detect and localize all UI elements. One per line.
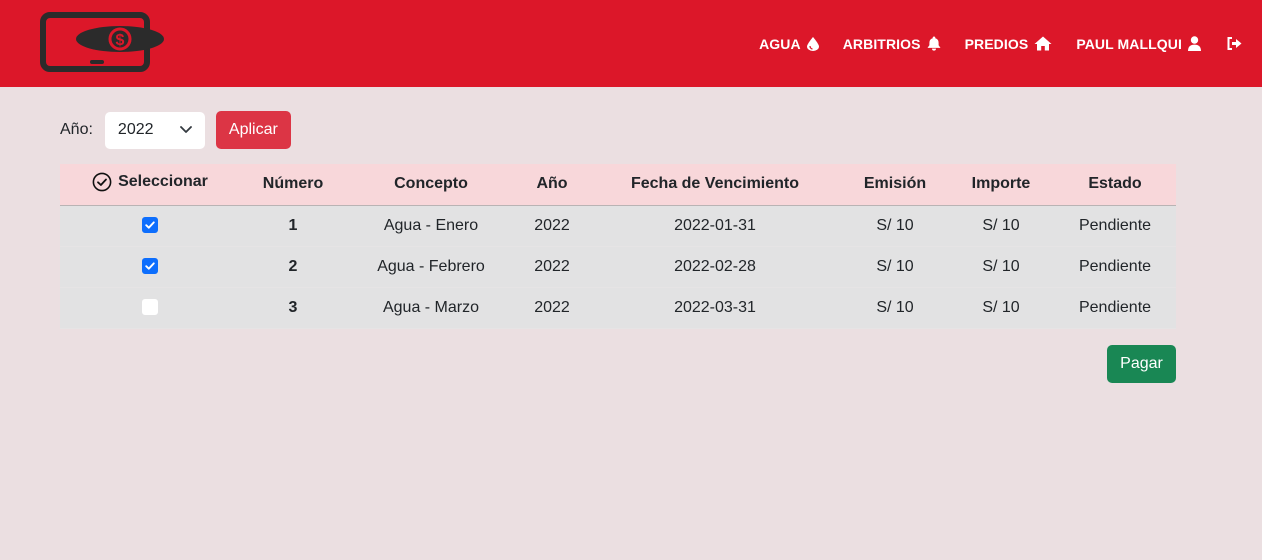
chevron-down-icon bbox=[180, 126, 192, 133]
importe-cell: S/ 10 bbox=[948, 287, 1054, 329]
numero-cell: 2 bbox=[240, 246, 346, 288]
concepto-cell: Agua - Enero bbox=[346, 205, 516, 247]
table-row: 1 Agua - Enero 2022 2022-01-31 S/ 10 S/ … bbox=[60, 205, 1176, 247]
concepto-cell: Agua - Marzo bbox=[346, 287, 516, 329]
checkmark-icon bbox=[145, 221, 155, 229]
nav-user-label: PAUL MALLQUI bbox=[1076, 35, 1182, 52]
header-seleccionar-label: Seleccionar bbox=[118, 172, 208, 190]
header-seleccionar: Seleccionar bbox=[60, 164, 240, 206]
header-importe: Importe bbox=[948, 164, 1054, 206]
select-cell bbox=[60, 287, 240, 329]
vencimiento-cell: 2022-02-28 bbox=[588, 246, 842, 288]
numero-cell: 1 bbox=[240, 205, 346, 247]
estado-cell: Pendiente bbox=[1054, 287, 1176, 329]
anio-cell: 2022 bbox=[516, 287, 588, 329]
year-filter: Año: 2022 Aplicar bbox=[60, 111, 291, 149]
bills-table: Seleccionar Número Concepto Año Fecha de… bbox=[60, 164, 1176, 329]
select-cell bbox=[60, 246, 240, 288]
check-circle-icon bbox=[92, 172, 112, 192]
header-vencimiento: Fecha de Vencimiento bbox=[588, 164, 842, 206]
user-icon bbox=[1188, 36, 1201, 51]
home-icon bbox=[1034, 36, 1052, 51]
table-header-row: Seleccionar Número Concepto Año Fecha de… bbox=[60, 164, 1176, 206]
importe-cell: S/ 10 bbox=[948, 246, 1054, 288]
numero-cell: 3 bbox=[240, 287, 346, 329]
year-select-value: 2022 bbox=[117, 121, 154, 138]
concepto-cell: Agua - Febrero bbox=[346, 246, 516, 288]
checkmark-icon bbox=[145, 262, 155, 270]
vencimiento-cell: 2022-01-31 bbox=[588, 205, 842, 247]
emision-cell: S/ 10 bbox=[842, 287, 948, 329]
nav-links: AGUA ARBITRIOS PREDIOS PAUL MALLQUI bbox=[735, 0, 1242, 87]
row-checkbox[interactable] bbox=[142, 258, 158, 275]
nav-arbitrios-label: ARBITRIOS bbox=[842, 35, 921, 52]
header-emision: Emisión bbox=[842, 164, 948, 206]
row-checkbox[interactable] bbox=[142, 299, 158, 316]
bell-icon bbox=[927, 36, 941, 51]
anio-cell: 2022 bbox=[516, 246, 588, 288]
year-select[interactable]: 2022 bbox=[104, 111, 205, 149]
logout-icon bbox=[1227, 37, 1242, 50]
logout-button[interactable] bbox=[1227, 37, 1242, 50]
table-row: 2 Agua - Febrero 2022 2022-02-28 S/ 10 S… bbox=[60, 246, 1176, 288]
emision-cell: S/ 10 bbox=[842, 246, 948, 288]
apply-button[interactable]: Aplicar bbox=[215, 111, 291, 149]
header-concepto: Concepto bbox=[346, 164, 516, 206]
table-row: 3 Agua - Marzo 2022 2022-03-31 S/ 10 S/ … bbox=[60, 287, 1176, 329]
droplet-icon bbox=[806, 36, 819, 51]
header-anio: Año bbox=[516, 164, 588, 206]
select-cell bbox=[60, 205, 240, 247]
nav-predios[interactable]: PREDIOS bbox=[965, 36, 1053, 52]
nav-agua-label: AGUA bbox=[759, 35, 801, 52]
nav-user[interactable]: PAUL MALLQUI bbox=[1076, 36, 1201, 52]
emision-cell: S/ 10 bbox=[842, 205, 948, 247]
importe-cell: S/ 10 bbox=[948, 205, 1054, 247]
svg-text:$: $ bbox=[116, 32, 125, 49]
year-label: Año: bbox=[60, 121, 93, 138]
header-estado: Estado bbox=[1054, 164, 1176, 206]
row-checkbox[interactable] bbox=[142, 217, 158, 234]
nav-arbitrios[interactable]: ARBITRIOS bbox=[843, 36, 941, 52]
header-numero: Número bbox=[240, 164, 346, 206]
estado-cell: Pendiente bbox=[1054, 205, 1176, 247]
nav-predios-label: PREDIOS bbox=[964, 35, 1029, 52]
phone-dollar-logo-icon[interactable]: $ bbox=[40, 12, 166, 72]
anio-cell: 2022 bbox=[516, 205, 588, 247]
vencimiento-cell: 2022-03-31 bbox=[588, 287, 842, 329]
navbar: $ AGUA ARBITRIOS PREDIOS PAUL MALLQUI bbox=[0, 0, 1262, 87]
nav-agua[interactable]: AGUA bbox=[759, 36, 819, 52]
pay-button[interactable]: Pagar bbox=[1107, 345, 1176, 383]
estado-cell: Pendiente bbox=[1054, 246, 1176, 288]
